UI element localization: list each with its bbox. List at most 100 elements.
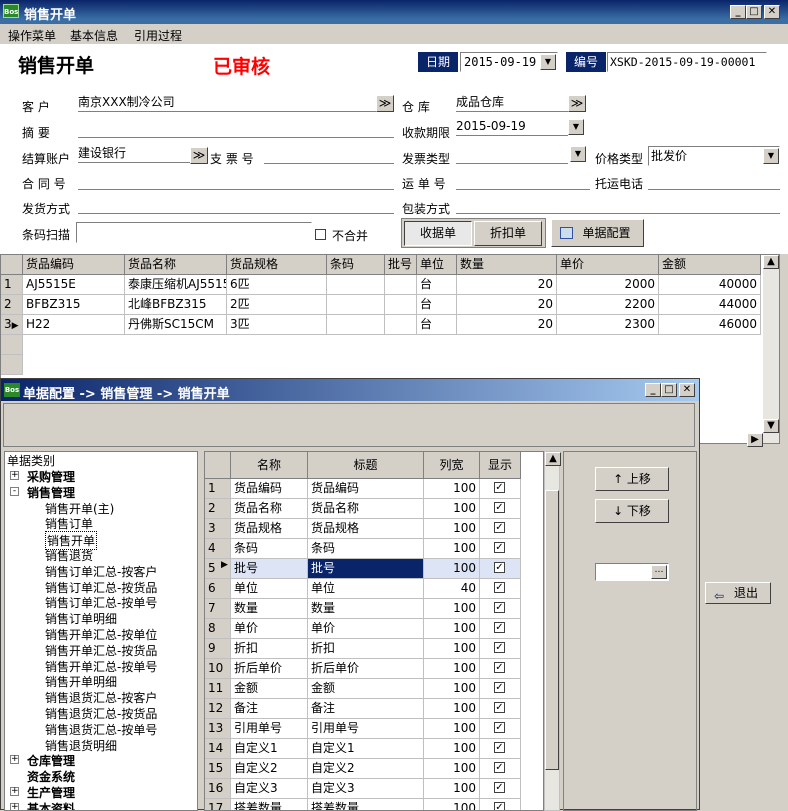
table-cell[interactable]: 2匹: [227, 295, 327, 315]
row-header[interactable]: 3: [205, 519, 231, 539]
row-header[interactable]: 4: [205, 539, 231, 559]
table-cell[interactable]: 2200: [557, 295, 659, 315]
due-date-field[interactable]: 2015-09-19: [456, 118, 568, 136]
tree-item[interactable]: 销售开单汇总-按货品: [45, 642, 157, 659]
table-cell[interactable]: 货品编码: [308, 479, 424, 499]
tree-item[interactable]: 销售退货明细: [45, 737, 117, 754]
table-cell[interactable]: 44000: [659, 295, 761, 315]
table-cell[interactable]: [327, 275, 385, 295]
table-cell[interactable]: 单价: [231, 619, 308, 639]
table-cell[interactable]: 引用单号: [231, 719, 308, 739]
tree-group[interactable]: 销售管理: [27, 484, 75, 501]
show-checkbox[interactable]: ✓: [494, 662, 505, 673]
table-cell[interactable]: 备注: [231, 699, 308, 719]
row-header[interactable]: 6: [205, 579, 231, 599]
table-cell[interactable]: 货品名称: [308, 499, 424, 519]
tree-item[interactable]: 销售订单明细: [45, 610, 117, 627]
show-checkbox[interactable]: ✓: [494, 522, 505, 533]
row-header[interactable]: 11: [205, 679, 231, 699]
tree-item[interactable]: 销售订单汇总-按客户: [45, 563, 157, 580]
table-cell[interactable]: 折扣: [231, 639, 308, 659]
tree-item[interactable]: 销售订单汇总-按货品: [45, 579, 157, 596]
show-checkbox[interactable]: ✓: [494, 622, 505, 633]
col-header-price[interactable]: 单价: [557, 255, 659, 275]
col-header-amount[interactable]: 金额: [659, 255, 761, 275]
row-header[interactable]: 16: [205, 779, 231, 799]
table-cell[interactable]: 折后单价: [231, 659, 308, 679]
table-cell[interactable]: 100: [424, 739, 480, 759]
table-cell[interactable]: AJ5515E: [23, 275, 125, 295]
table-cell[interactable]: 自定义2: [231, 759, 308, 779]
col-header-spec[interactable]: 货品规格: [227, 255, 327, 275]
col-header-barcode[interactable]: 条码: [327, 255, 385, 275]
col-header-show[interactable]: 显示: [480, 452, 521, 479]
tree-expand-icon[interactable]: +: [10, 755, 19, 765]
table-cell[interactable]: 100: [424, 799, 480, 810]
config-close-button[interactable]: ✕: [679, 383, 695, 397]
show-checkbox[interactable]: ✓: [494, 542, 505, 553]
table-cell[interactable]: 货品编码: [231, 479, 308, 499]
table-cell[interactable]: 自定义2: [308, 759, 424, 779]
table-cell[interactable]: [327, 295, 385, 315]
table-cell[interactable]: 数量: [231, 599, 308, 619]
show-checkbox[interactable]: ✓: [494, 562, 505, 573]
table-cell[interactable]: [385, 275, 417, 295]
table-cell[interactable]: 100: [424, 599, 480, 619]
tree-group[interactable]: 基本资料: [27, 800, 75, 810]
tree-item[interactable]: 销售订单汇总-按单号: [45, 594, 157, 611]
row-header[interactable]: 12: [205, 699, 231, 719]
date-dropdown-icon[interactable]: ▼: [540, 54, 556, 70]
table-cell[interactable]: 20: [457, 275, 557, 295]
table-cell[interactable]: 100: [424, 539, 480, 559]
table-cell[interactable]: 自定义3: [308, 779, 424, 799]
row-header[interactable]: 8: [205, 619, 231, 639]
table-cell[interactable]: 100: [424, 519, 480, 539]
show-checkbox[interactable]: ✓: [494, 702, 505, 713]
table-cell[interactable]: 100: [424, 719, 480, 739]
show-checkbox[interactable]: ✓: [494, 482, 505, 493]
table-cell[interactable]: 台: [417, 295, 457, 315]
summary-field[interactable]: [78, 120, 394, 138]
table-cell[interactable]: 金额: [308, 679, 424, 699]
table-cell[interactable]: [385, 315, 417, 335]
table-cell[interactable]: 100: [424, 499, 480, 519]
table-cell[interactable]: 北峰BFBZ315: [125, 295, 227, 315]
table-cell[interactable]: 搭差数量: [231, 799, 308, 810]
table-cell[interactable]: 折后单价: [308, 659, 424, 679]
tree-group[interactable]: 生产管理: [27, 784, 75, 801]
check-no-field[interactable]: [264, 146, 394, 164]
close-button[interactable]: ✕: [764, 5, 780, 19]
row-header[interactable]: 10: [205, 659, 231, 679]
move-up-button[interactable]: ↑ 上移: [595, 467, 669, 491]
table-cell[interactable]: [385, 295, 417, 315]
show-checkbox[interactable]: ✓: [494, 582, 505, 593]
table-cell[interactable]: 100: [424, 699, 480, 719]
no-merge-checkbox[interactable]: [315, 229, 326, 240]
menu-basic-info[interactable]: 基本信息: [70, 27, 118, 44]
table-cell[interactable]: 单位: [308, 579, 424, 599]
tree-group[interactable]: 仓库管理: [27, 752, 75, 769]
row-indicator[interactable]: 1: [1, 275, 23, 295]
minimize-button[interactable]: _: [730, 5, 746, 19]
config-button[interactable]: 单据配置: [551, 219, 644, 247]
table-cell[interactable]: 单价: [308, 619, 424, 639]
tree-group[interactable]: 资金系统: [27, 768, 75, 785]
table-cell[interactable]: BFBZ315: [23, 295, 125, 315]
table-cell[interactable]: 3匹: [227, 315, 327, 335]
waybill-field[interactable]: [456, 172, 590, 190]
customer-lookup-button[interactable]: ≫: [376, 95, 394, 112]
table-cell[interactable]: 100: [424, 559, 480, 579]
price-type-dropdown-icon[interactable]: ▼: [763, 148, 779, 164]
show-checkbox[interactable]: ✓: [494, 782, 505, 793]
tree-item[interactable]: 销售退货: [45, 547, 93, 564]
table-cell[interactable]: 自定义3: [231, 779, 308, 799]
table-cell[interactable]: 6匹: [227, 275, 327, 295]
table-cell[interactable]: 批号: [231, 559, 308, 579]
table-cell[interactable]: 20: [457, 295, 557, 315]
table-cell[interactable]: [327, 315, 385, 335]
number-field[interactable]: XSKD-2015-09-19-00001: [607, 52, 767, 72]
table-cell[interactable]: 100: [424, 759, 480, 779]
row-header[interactable]: 2: [205, 499, 231, 519]
maximize-button[interactable]: □: [746, 5, 762, 19]
table-cell[interactable]: 46000: [659, 315, 761, 335]
